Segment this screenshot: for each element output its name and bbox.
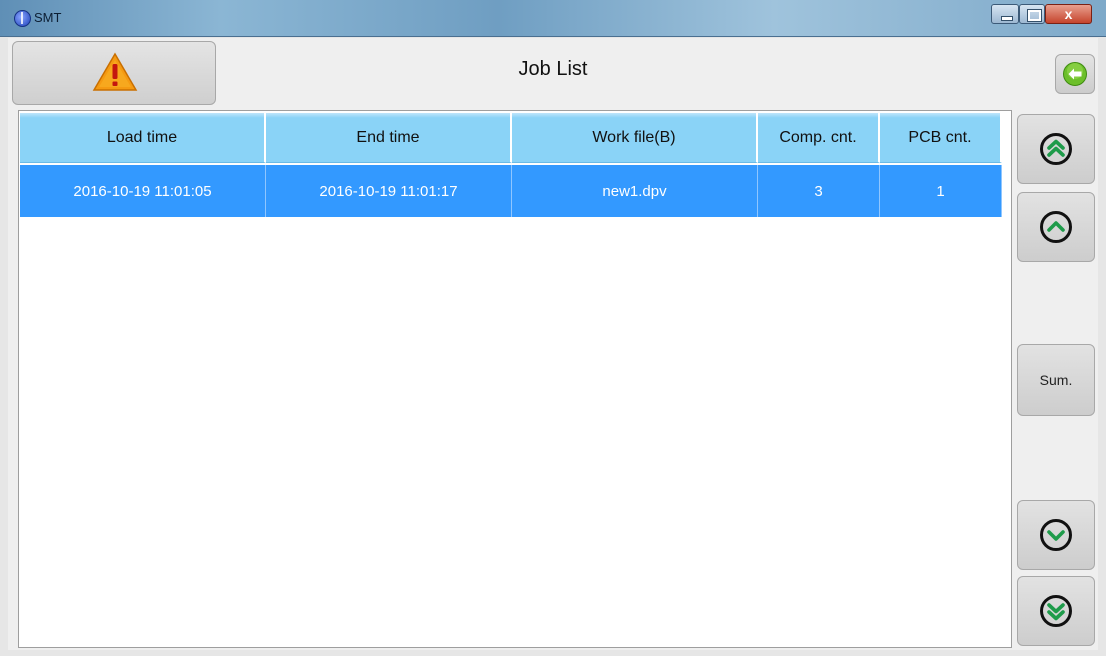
maximize-button[interactable] bbox=[1019, 4, 1045, 24]
column-header-work-file[interactable]: Work file(B) bbox=[512, 113, 758, 163]
sum-button-label: Sum. bbox=[1039, 372, 1073, 388]
double-chevron-up-icon bbox=[1040, 133, 1072, 165]
maximize-icon bbox=[1027, 9, 1042, 22]
cell-end-time: 2016-10-19 11:01:17 bbox=[266, 165, 512, 217]
chevron-up-icon bbox=[1040, 211, 1072, 243]
back-button[interactable] bbox=[1055, 54, 1095, 94]
chevron-down-icon bbox=[1040, 519, 1072, 551]
job-list-table: Load time End time Work file(B) Comp. cn… bbox=[18, 110, 1012, 648]
minimize-icon bbox=[1001, 16, 1013, 21]
column-header-pcb-cnt[interactable]: PCB cnt. bbox=[880, 113, 1002, 163]
minimize-button[interactable] bbox=[991, 4, 1019, 24]
app-window: SMT x Job List Load time End time Work f… bbox=[0, 0, 1106, 656]
sum-button[interactable]: Sum. bbox=[1017, 344, 1095, 416]
first-page-button[interactable] bbox=[1017, 114, 1095, 184]
page-down-button[interactable] bbox=[1017, 500, 1095, 570]
window-title: SMT bbox=[34, 10, 62, 25]
page-up-button[interactable] bbox=[1017, 192, 1095, 262]
column-header-load-time[interactable]: Load time bbox=[20, 113, 266, 163]
table-row[interactable]: 2016-10-19 11:01:05 2016-10-19 11:01:17 … bbox=[20, 165, 1002, 217]
cell-comp-cnt: 3 bbox=[758, 165, 880, 217]
app-icon bbox=[14, 10, 31, 27]
page-title: Job List bbox=[518, 58, 588, 80]
last-page-button[interactable] bbox=[1017, 576, 1095, 646]
back-arrow-icon bbox=[1063, 62, 1087, 86]
double-chevron-down-icon bbox=[1040, 595, 1072, 627]
close-icon: x bbox=[1064, 6, 1073, 22]
column-header-end-time[interactable]: End time bbox=[266, 113, 512, 163]
close-button[interactable]: x bbox=[1045, 4, 1092, 24]
column-header-comp-cnt[interactable]: Comp. cnt. bbox=[758, 113, 880, 163]
cell-work-file: new1.dpv bbox=[512, 165, 758, 217]
table-header: Load time End time Work file(B) Comp. cn… bbox=[20, 113, 1002, 163]
cell-load-time: 2016-10-19 11:01:05 bbox=[20, 165, 266, 217]
cell-pcb-cnt: 1 bbox=[880, 165, 1002, 217]
main-content: Job List Load time End time Work file(B)… bbox=[8, 38, 1098, 650]
title-bar[interactable]: SMT x bbox=[0, 0, 1106, 37]
